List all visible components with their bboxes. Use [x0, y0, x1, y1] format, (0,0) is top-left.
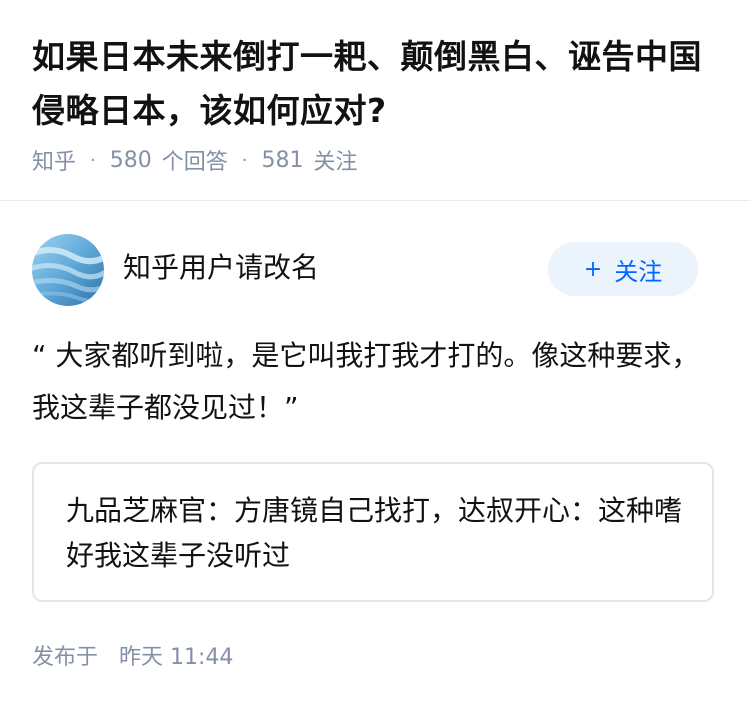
separator-dot: · — [241, 149, 248, 171]
divider — [0, 200, 750, 201]
source-label[interactable]: 知乎 — [32, 144, 76, 176]
answers-label[interactable]: 个回答 — [162, 144, 228, 176]
avatar-image — [32, 234, 104, 306]
followers-label[interactable]: 关注 — [314, 144, 358, 176]
followers-count: 581 — [261, 147, 304, 173]
publish-time-value: 昨天 11:44 — [119, 645, 234, 670]
answers-count: 580 — [109, 147, 152, 173]
quote-text: 九品芝麻官：方唐镜自己找打，达叔开心：这种嗜好我这辈子没听过 — [66, 494, 683, 572]
author-name[interactable]: 知乎用户请改名 — [123, 248, 319, 288]
question-meta: 知乎 · 580 个回答 · 581 关注 — [32, 144, 358, 176]
avatar[interactable] — [32, 234, 104, 306]
question-title[interactable]: 如果日本未来倒打一耙、颠倒黑白、诬告中国侵略日本，该如何应对? — [32, 30, 722, 138]
publish-time: 发布于 昨天 11:44 — [32, 640, 233, 676]
quote-card: 九品芝麻官：方唐镜自己找打，达叔开心：这种嗜好我这辈子没听过 — [32, 462, 714, 602]
question-header: 如果日本未来倒打一耙、颠倒黑白、诬告中国侵略日本，该如何应对? — [32, 30, 722, 138]
publish-label: 发布于 — [32, 645, 99, 670]
separator-dot: · — [90, 149, 96, 171]
plus-icon: + — [583, 256, 603, 282]
answer-text: “ 大家都听到啦，是它叫我打我才打的。像这种要求，我这辈子都没见过！” — [32, 339, 700, 424]
author-row: 知乎用户请改名 + 关注 — [32, 234, 718, 306]
follow-label: 关注 — [614, 257, 663, 286]
follow-button[interactable]: + 关注 — [548, 242, 698, 296]
